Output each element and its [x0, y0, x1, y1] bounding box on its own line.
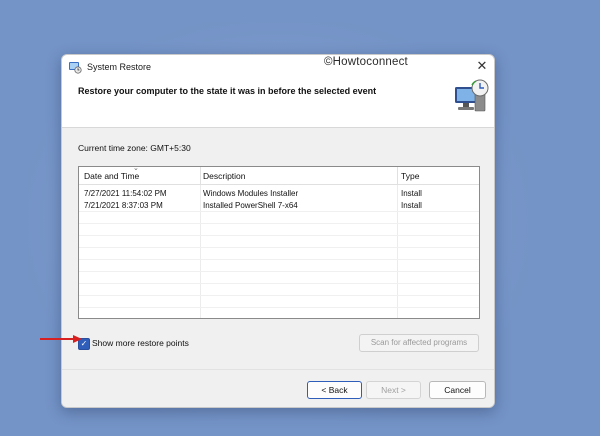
cell-type: Install	[401, 201, 422, 210]
table-row[interactable]: 7/21/2021 8:37:03 PM Installed PowerShel…	[79, 199, 479, 211]
back-button[interactable]: < Back	[307, 381, 362, 399]
red-arrow-icon	[40, 335, 82, 343]
cell-date: 7/21/2021 8:37:03 PM	[84, 201, 163, 210]
column-header-date[interactable]: Date and Time	[84, 171, 139, 181]
cell-description: Windows Modules Installer	[203, 189, 299, 198]
table-header: ⌄ Date and Time Description Type	[79, 167, 479, 185]
cell-type: Install	[401, 189, 422, 198]
row-divider	[79, 223, 479, 224]
computer-restore-graphic	[455, 79, 489, 112]
column-header-type[interactable]: Type	[401, 171, 419, 181]
row-divider	[79, 271, 479, 272]
row-divider	[79, 295, 479, 296]
row-divider	[79, 235, 479, 236]
header-divider	[200, 167, 201, 184]
header-divider	[397, 167, 398, 184]
close-button[interactable]: ✕	[472, 57, 492, 75]
row-divider	[79, 283, 479, 284]
scan-affected-programs-button[interactable]: Scan for affected programs	[359, 334, 479, 352]
system-restore-dialog: System Restore ©Howtoconnect ✕ Restore y…	[61, 54, 495, 408]
cell-description: Installed PowerShell 7-x64	[203, 201, 298, 210]
restore-points-table[interactable]: ⌄ Date and Time Description Type 7/27/20…	[78, 166, 480, 319]
cell-date: 7/27/2021 11:54:02 PM	[84, 189, 167, 198]
next-button[interactable]: Next >	[366, 381, 421, 399]
column-header-description[interactable]: Description	[203, 171, 246, 181]
dialog-body: Current time zone: GMT+5:30 ⌄ Date and T…	[62, 127, 494, 370]
dialog-header: Restore your computer to the state it wa…	[62, 79, 494, 127]
row-divider	[79, 211, 479, 212]
show-more-label[interactable]: Show more restore points	[92, 338, 189, 348]
timezone-label: Current time zone: GMT+5:30	[78, 143, 191, 153]
row-divider	[79, 259, 479, 260]
row-divider	[79, 307, 479, 308]
window-title: System Restore	[87, 62, 152, 72]
title-bar: System Restore ©Howtoconnect ✕	[62, 55, 494, 79]
close-icon: ✕	[476, 58, 488, 73]
page-heading: Restore your computer to the state it wa…	[78, 86, 377, 96]
cancel-button[interactable]: Cancel	[429, 381, 486, 399]
watermark-text: ©Howtoconnect	[324, 56, 408, 68]
row-divider	[79, 247, 479, 248]
system-restore-icon	[69, 62, 82, 74]
table-row[interactable]: 7/27/2021 11:54:02 PM Windows Modules In…	[79, 187, 479, 199]
dialog-footer: < Back Next > Cancel	[62, 369, 494, 407]
